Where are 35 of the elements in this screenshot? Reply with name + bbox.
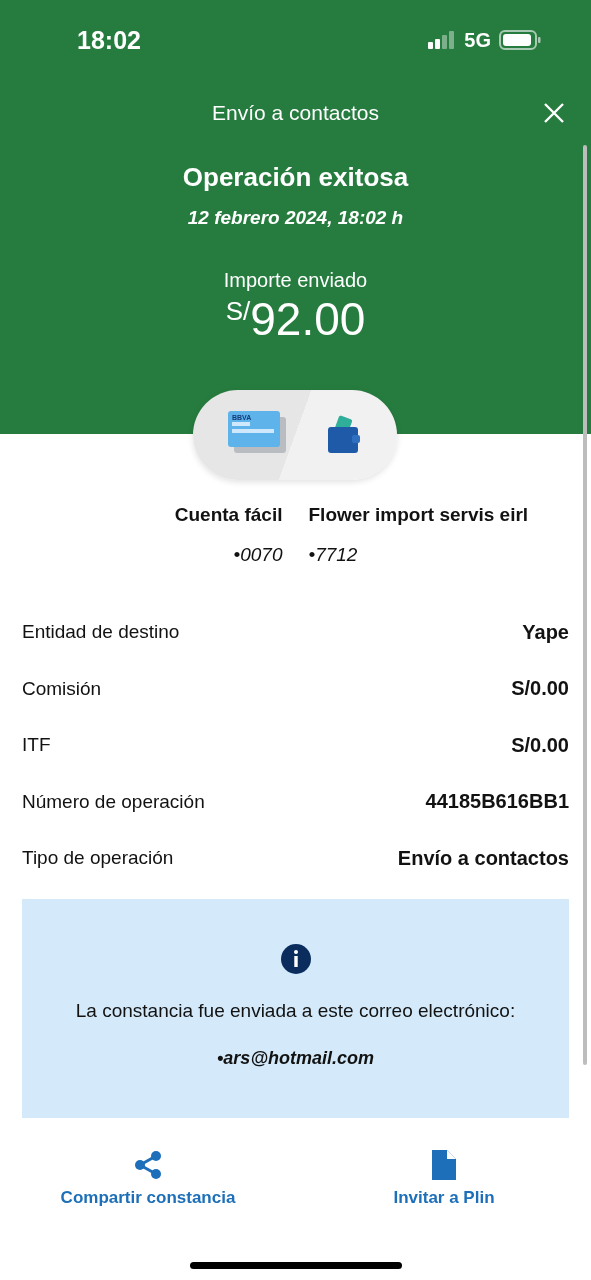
wallet-icon xyxy=(326,415,362,455)
detail-label: ITF xyxy=(22,734,51,757)
email-address: •ars@hotmail.com xyxy=(217,1047,374,1069)
action-button[interactable]: Compartir constancia xyxy=(56,1145,240,1212)
document-icon xyxy=(432,1149,456,1180)
currency-symbol: S/ xyxy=(225,296,251,326)
detail-label: Tipo de operación xyxy=(22,847,174,870)
operation-date: 12 febrero 2024, 18:02 h xyxy=(187,207,404,229)
network-label: 5G xyxy=(464,28,491,52)
status-time: 18:02 xyxy=(77,25,141,55)
close-icon xyxy=(543,102,565,124)
notice-text: La constancia fue enviada a este correo electrónico: xyxy=(75,999,516,1022)
screen-title: Envío a contactos xyxy=(212,101,379,125)
detail-label: Número de operación xyxy=(22,790,205,813)
account-name: Cuenta fácil xyxy=(174,504,283,526)
signal-icon xyxy=(428,31,457,49)
action-button[interactable]: Invitar a Plin xyxy=(389,1145,499,1212)
detail-label: Entidad de destino xyxy=(22,621,180,644)
account-number: •0070 xyxy=(233,544,283,566)
detail-value: 44185B616BB1 xyxy=(425,790,569,814)
card-stripe-icon xyxy=(232,421,276,435)
detail-value: S/0.00 xyxy=(511,677,569,701)
detail-value: Yape xyxy=(522,620,569,644)
close-button[interactable] xyxy=(543,102,565,124)
share-icon xyxy=(134,1149,162,1180)
detail-label: Comisión xyxy=(22,677,102,700)
amount-label: Importe enviado xyxy=(223,269,368,292)
battery-icon xyxy=(499,30,541,50)
detail-value: S/0.00 xyxy=(511,733,569,757)
account-number: •7712 xyxy=(308,544,358,566)
account-name: Flower import servis eirl xyxy=(308,504,529,526)
success-heading: Operación exitosa xyxy=(182,162,409,193)
info-icon xyxy=(280,943,311,974)
amount-value: 92.00 xyxy=(250,292,366,346)
detail-value: Envío a contactos xyxy=(397,846,569,870)
